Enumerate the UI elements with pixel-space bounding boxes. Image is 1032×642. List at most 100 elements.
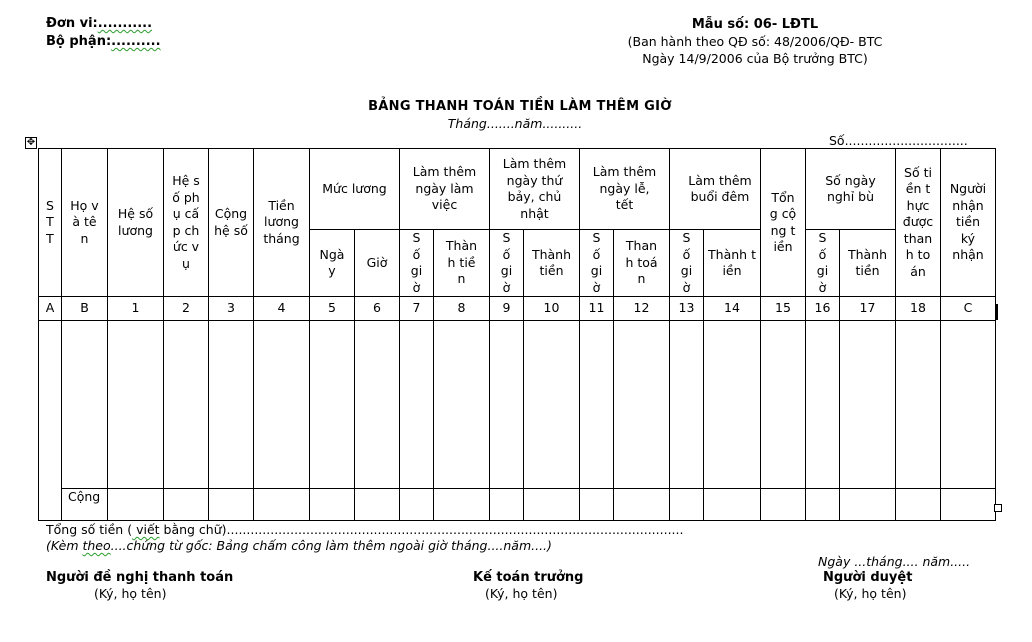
column-code: 10	[523, 296, 580, 321]
data-entry-row	[38, 320, 996, 521]
data-cell[interactable]	[489, 320, 524, 489]
form-info: Mẫu số: 06- LĐTL (Ban hành theo QĐ số: 4…	[600, 16, 910, 67]
data-cell[interactable]	[613, 320, 670, 489]
column-code: 15	[760, 296, 806, 321]
name-cell[interactable]	[61, 320, 108, 489]
signer-accountant-note: (Ký, họ tên)	[485, 586, 558, 601]
stt-cell[interactable]	[38, 320, 62, 521]
header-row-1: S T T Họ và tên Hệ số lương Hệ số phụ cấ…	[38, 148, 996, 297]
unit-label: Đơn vi:	[46, 16, 98, 31]
data-cell[interactable]	[163, 320, 209, 489]
column-code: 18	[895, 296, 941, 321]
header-holiday-amount: Thanh toán	[613, 229, 670, 297]
data-cell[interactable]	[253, 320, 310, 489]
data-cell[interactable]	[433, 320, 490, 489]
total-cell[interactable]	[839, 488, 896, 521]
total-cell[interactable]	[489, 488, 524, 521]
header-stt: S T T	[38, 148, 62, 297]
data-cell[interactable]	[760, 320, 806, 489]
table-resize-handle-icon[interactable]	[994, 504, 1002, 512]
data-cell[interactable]	[208, 320, 254, 489]
issued-by-line2: Ngày 14/9/2006 của Bộ trưởng BTC)	[642, 51, 868, 66]
column-code: 11	[579, 296, 614, 321]
header-weekend-amount: Thành tiền	[523, 229, 580, 297]
column-code: 3	[208, 296, 254, 321]
data-cell[interactable]	[399, 320, 434, 489]
total-row: Cộng	[39, 488, 996, 521]
total-in-words-line: Tổng số tiền ( viết bằng chữ)...........…	[46, 522, 683, 537]
document-title: BẢNG THANH TOÁN TIỀN LÀM THÊM GIỜ	[368, 99, 672, 114]
column-code: 1	[107, 296, 164, 321]
column-code: 7	[399, 296, 434, 321]
total-in-words-rest: bằng chữ)...............................…	[159, 522, 684, 537]
data-cell[interactable]	[579, 320, 614, 489]
column-code: 4	[253, 296, 310, 321]
total-cell[interactable]	[208, 488, 254, 521]
total-cell[interactable]	[433, 488, 490, 521]
signer-requester-note: (Ký, họ tên)	[94, 586, 167, 601]
signer-approver-note: (Ký, họ tên)	[834, 586, 907, 601]
column-code: 13	[669, 296, 704, 321]
header-salary-hour: Giờ	[354, 229, 400, 297]
data-cell[interactable]	[523, 320, 580, 489]
data-cell[interactable]	[703, 320, 761, 489]
total-cell[interactable]	[613, 488, 670, 521]
header-night-amount: Thành tiền	[703, 229, 761, 297]
total-cell[interactable]	[107, 488, 164, 521]
header-recipient-sign: Người nhận tiền ký nhận	[940, 148, 996, 297]
total-row-label: Cộng	[61, 488, 108, 521]
data-cell[interactable]	[107, 320, 164, 489]
header-comp-days: Số ngày nghỉ bù	[805, 148, 896, 230]
total-cell[interactable]	[940, 488, 996, 521]
column-code-row: A B 1 2 3 4 5 6 7 8 9 10 11 12 13 14 15 …	[38, 296, 996, 321]
data-cell[interactable]	[940, 320, 996, 489]
header-salary-day: Ngày	[309, 229, 355, 297]
column-code: 16	[805, 296, 840, 321]
total-cell[interactable]	[760, 488, 806, 521]
header-total-coef: Cộng hệ số	[208, 148, 254, 297]
header-night-hours: Số giờ	[669, 229, 704, 297]
total-in-words-squig: viết	[132, 522, 160, 537]
total-cell[interactable]	[805, 488, 840, 521]
total-in-words-label: Tổng số tiền (	[46, 522, 133, 537]
column-code: 8	[433, 296, 490, 321]
total-cell[interactable]	[523, 488, 580, 521]
form-number: Mẫu số: 06- LĐTL	[691, 17, 819, 32]
unit-value[interactable]: ...........	[98, 16, 152, 31]
total-cell[interactable]	[309, 488, 355, 521]
header-holiday-hours: Số giờ	[579, 229, 614, 297]
header-allowance-coef: Hệ số phụ cấp chức vụ	[163, 148, 209, 297]
total-cell[interactable]	[579, 488, 614, 521]
header-weekend-hours: Số giờ	[489, 229, 524, 297]
header-monthly-salary: Tiền lương tháng	[253, 148, 310, 297]
data-cell[interactable]	[839, 320, 896, 489]
total-cell[interactable]	[163, 488, 209, 521]
data-cell[interactable]	[669, 320, 704, 489]
header-weekday-amount: Thành tiền	[433, 229, 490, 297]
column-code: A	[38, 296, 62, 321]
total-cell[interactable]	[895, 488, 941, 521]
column-code: 12	[613, 296, 670, 321]
header-name: Họ và tên	[61, 148, 108, 297]
attached-pre: (Kèm	[46, 538, 83, 553]
table-move-handle-icon[interactable]: ✥	[25, 137, 37, 149]
total-cell[interactable]	[399, 488, 434, 521]
header-salary-coef: Hệ số lương	[107, 148, 164, 297]
attached-docs-line: (Kèm theo....chứng từ gốc: Bảng chấm côn…	[46, 538, 552, 553]
header-night-ot: Làm thêm buổi đêm	[669, 148, 761, 230]
total-cell[interactable]	[669, 488, 704, 521]
dept-label: Bộ phận:	[46, 34, 112, 49]
total-cell[interactable]	[354, 488, 400, 521]
signer-requester-title: Người đề nghị thanh toán	[46, 570, 234, 585]
column-code: 5	[309, 296, 355, 321]
attached-rest: ....chứng từ gốc: Bảng chấm công làm thê…	[110, 538, 552, 553]
data-cell[interactable]	[805, 320, 840, 489]
total-cell[interactable]	[703, 488, 761, 521]
total-cell[interactable]	[253, 488, 310, 521]
data-cell[interactable]	[895, 320, 941, 489]
period-line: Tháng.......năm..........	[447, 116, 583, 131]
data-cell[interactable]	[309, 320, 355, 489]
issued-by-line1: (Ban hành theo QĐ số: 48/2006/QĐ- BTC	[627, 34, 883, 49]
data-cell[interactable]	[354, 320, 400, 489]
dept-value[interactable]: ..........	[111, 34, 160, 49]
